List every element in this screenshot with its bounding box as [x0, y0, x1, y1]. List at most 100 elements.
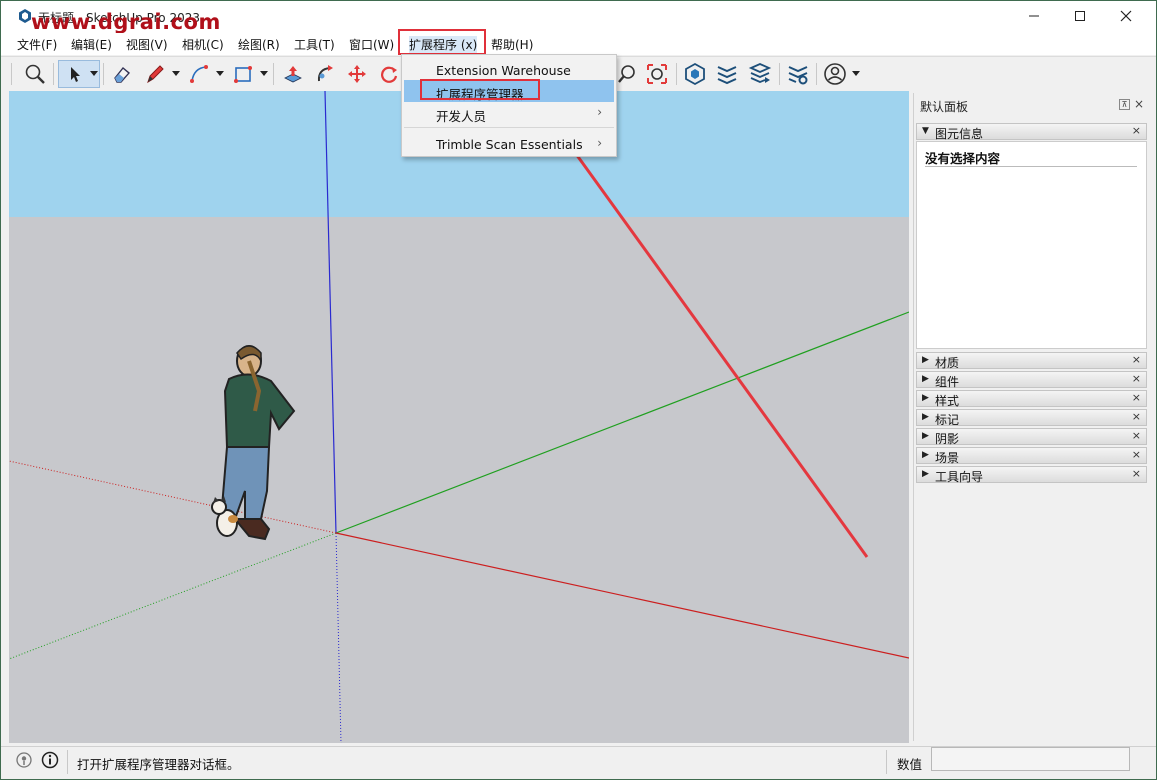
close-icon[interactable]: × [1134, 97, 1144, 111]
model-canvas[interactable] [9, 91, 909, 743]
menu-item-developer[interactable]: 开发人员 › [404, 102, 614, 124]
menu-file[interactable]: 文件(F) [17, 36, 57, 53]
close-icon[interactable]: × [1132, 410, 1141, 423]
maximize-icon [1075, 11, 1085, 21]
send-to-layout-button[interactable] [746, 60, 774, 88]
menu-help[interactable]: 帮助(H) [491, 36, 533, 53]
triangle-right-icon: ▶ [922, 469, 929, 479]
close-icon[interactable]: × [1132, 467, 1141, 480]
close-icon[interactable]: × [1132, 391, 1141, 404]
account-button[interactable] [821, 60, 849, 88]
menu-window[interactable]: 窗口(W) [349, 36, 394, 53]
section-entity-info[interactable]: ▼ 图元信息 × [916, 123, 1147, 141]
toolbar-separator [779, 63, 780, 85]
maximize-button[interactable] [1057, 1, 1103, 31]
close-icon [1120, 10, 1132, 22]
rotate-icon [381, 66, 398, 83]
account-dropdown-arrow[interactable] [852, 71, 860, 76]
extension-manager-button[interactable] [784, 60, 812, 88]
extension-manager-highlight-box [420, 79, 540, 100]
extension-manager-icon [788, 66, 808, 85]
zoom-extents-icon [647, 64, 667, 84]
menu-bar: 文件(F) 编辑(E) 视图(V) 相机(C) 绘图(R) 工具(T) 窗口(W… [1, 33, 1156, 55]
section-scenes[interactable]: ▶ 场景 × [916, 447, 1147, 465]
close-button[interactable] [1103, 1, 1149, 31]
close-icon[interactable]: × [1132, 448, 1141, 461]
section-instructor[interactable]: ▶ 工具向导 × [916, 466, 1147, 484]
zoom-window-button[interactable] [613, 60, 641, 88]
send-to-layout-icon [748, 63, 772, 83]
move-button[interactable] [343, 60, 371, 88]
rectangle-dropdown-arrow[interactable] [260, 71, 268, 76]
zoom-icon [25, 64, 45, 84]
select-icon [71, 67, 80, 82]
sketchup-window: 无标题 - SketchUp Pro 2023 www.dgrai.com 文件… [0, 0, 1157, 780]
section-shadows[interactable]: ▶ 阴影 × [916, 428, 1147, 446]
section-materials[interactable]: ▶ 材质 × [916, 352, 1147, 370]
menu-draw[interactable]: 绘图(R) [238, 36, 280, 53]
extension-warehouse-icon [717, 66, 737, 85]
default-tray-panel: 默认面板 ⊼ × ▼ 图元信息 × 没有选择内容 ▶ 材质 × ▶ 组件 × ▶… [913, 93, 1148, 741]
menu-separator [404, 127, 614, 128]
minimize-icon [1029, 15, 1039, 17]
toolbar-separator [816, 63, 817, 85]
rectangle-icon [234, 66, 252, 83]
close-icon[interactable]: × [1132, 372, 1141, 385]
menu-view[interactable]: 视图(V) [126, 36, 168, 53]
section-tags[interactable]: ▶ 标记 × [916, 409, 1147, 427]
no-selection-text: 没有选择内容 [925, 151, 1001, 166]
select-dropdown-arrow[interactable] [90, 71, 98, 76]
zoom-window-icon [618, 65, 635, 83]
menu-tools[interactable]: 工具(T) [294, 36, 335, 53]
pencil-dropdown-arrow[interactable] [172, 71, 180, 76]
status-divider [67, 750, 68, 774]
extension-warehouse-button[interactable] [713, 60, 741, 88]
follow-me-button[interactable] [311, 60, 339, 88]
triangle-right-icon: ▶ [922, 393, 929, 403]
pin-icon[interactable]: ⊼ [1119, 99, 1130, 110]
entity-info-body: 没有选择内容 [916, 141, 1147, 349]
menu-item-extension-warehouse[interactable]: Extension Warehouse [404, 59, 614, 81]
toolbar-separator [676, 63, 677, 85]
3d-viewport[interactable] [9, 91, 909, 743]
pencil-icon [147, 65, 164, 84]
menu-edit[interactable]: 编辑(E) [71, 36, 112, 53]
geo-location-icon[interactable] [15, 751, 33, 769]
title-bar: 无标题 - SketchUp Pro 2023 www.dgrai.com [1, 1, 1156, 34]
menu-item-trimble-scan-essentials[interactable]: Trimble Scan Essentials › [404, 133, 614, 155]
arc-icon [190, 65, 208, 83]
close-icon[interactable]: × [1132, 429, 1141, 442]
triangle-down-icon: ▼ [922, 126, 929, 136]
measurements-label: 数值 [897, 757, 923, 772]
section-styles[interactable]: ▶ 样式 × [916, 390, 1147, 408]
push-pull-button[interactable] [279, 60, 307, 88]
menu-camera[interactable]: 相机(C) [182, 36, 224, 53]
warehouse-button[interactable] [681, 60, 709, 88]
ground [9, 217, 909, 743]
status-divider [886, 750, 887, 774]
toolbar-separator [273, 63, 274, 85]
measurements-input[interactable] [931, 747, 1130, 771]
info-icon[interactable] [41, 751, 59, 769]
close-icon[interactable]: × [1132, 124, 1141, 137]
rotate-button[interactable] [375, 60, 403, 88]
arc-dropdown-arrow[interactable] [216, 71, 224, 76]
triangle-right-icon: ▶ [922, 412, 929, 422]
zoom-button[interactable] [21, 60, 49, 88]
close-icon[interactable]: × [1132, 353, 1141, 366]
zoom-extents-button[interactable] [643, 60, 671, 88]
arc-button[interactable] [185, 60, 213, 88]
warehouse-icon [685, 62, 705, 86]
section-components[interactable]: ▶ 组件 × [916, 371, 1147, 389]
chevron-right-icon: › [597, 136, 602, 150]
status-bar: 打开扩展程序管理器对话框。 数值 [1, 746, 1156, 779]
eraser-icon [114, 67, 131, 83]
eraser-button[interactable] [108, 60, 136, 88]
push-pull-icon [284, 66, 302, 83]
pencil-button[interactable] [141, 60, 169, 88]
minimize-button[interactable] [1011, 1, 1057, 31]
triangle-right-icon: ▶ [922, 355, 929, 365]
triangle-right-icon: ▶ [922, 374, 929, 384]
rectangle-button[interactable] [229, 60, 257, 88]
panel-title: 默认面板 [920, 100, 969, 114]
